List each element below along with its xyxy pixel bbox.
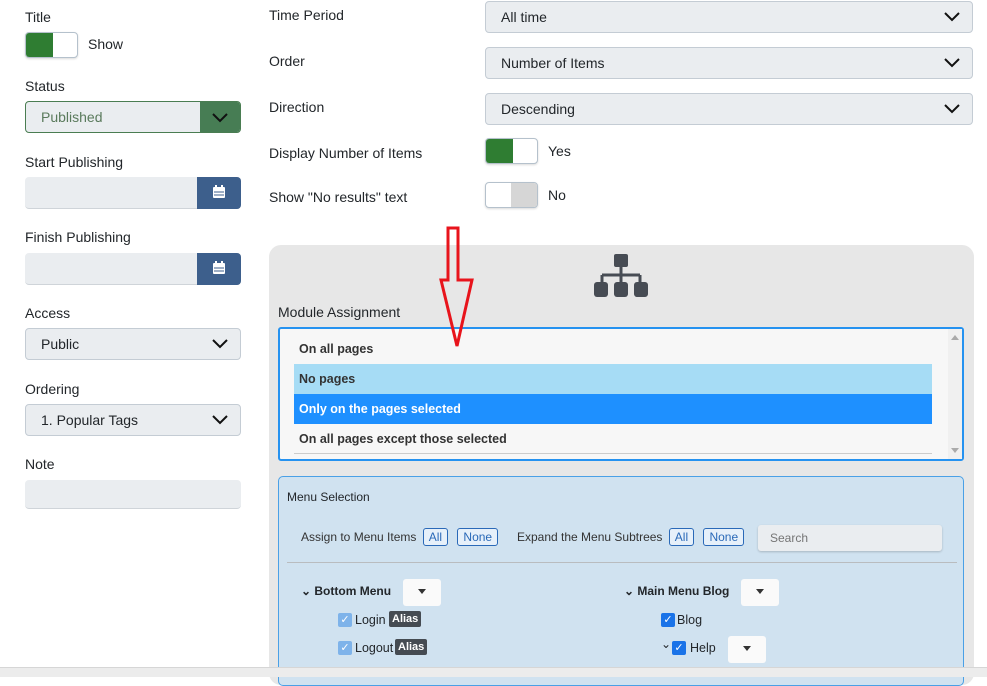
finish-publishing-label: Finish Publishing	[25, 229, 131, 245]
main-menu-blog-heading[interactable]: ⌄ Main Menu Blog	[624, 584, 729, 598]
display-number-toggle-label: Yes	[548, 143, 571, 159]
logout-checkbox[interactable]: ✓	[338, 641, 352, 655]
help-checkbox[interactable]: ✓	[672, 641, 686, 655]
time-period-label: Time Period	[269, 7, 344, 23]
option-all-except[interactable]: On all pages except those selected	[294, 424, 932, 454]
assign-none-button[interactable]: None	[457, 528, 499, 546]
option-no-pages[interactable]: No pages	[294, 364, 932, 394]
logout-label: Logout	[355, 641, 394, 655]
access-label: Access	[25, 305, 71, 321]
note-label: Note	[25, 456, 55, 472]
order-value: Number of Items	[501, 55, 605, 71]
blog-checkbox[interactable]: ✓	[661, 613, 675, 627]
calendar-button[interactable]	[197, 253, 241, 285]
no-results-toggle[interactable]	[485, 182, 538, 208]
module-assignment-listbox[interactable]: On all pages No pages Only on the pages …	[278, 327, 964, 461]
calendar-icon	[213, 185, 225, 198]
help-label: Help	[690, 641, 716, 655]
help-expand-icon[interactable]: ⌄	[661, 637, 671, 651]
ordering-value: 1. Popular Tags	[41, 412, 139, 428]
expand-none-button[interactable]: None	[703, 528, 745, 546]
chevron-down-icon	[212, 415, 228, 425]
direction-select[interactable]: Descending	[485, 93, 973, 125]
chevron-down-icon	[200, 102, 240, 132]
login-label: Login	[355, 613, 386, 627]
login-checkbox[interactable]: ✓	[338, 613, 352, 627]
no-results-label: Show "No results" text	[269, 189, 408, 205]
expand-all-button[interactable]: All	[668, 528, 695, 546]
chevron-down-icon	[944, 104, 960, 114]
direction-label: Direction	[269, 99, 325, 115]
start-publishing-input[interactable]	[25, 177, 241, 209]
chevron-down-icon	[944, 58, 960, 68]
order-label: Order	[269, 53, 305, 69]
annotation-arrow-icon	[439, 226, 474, 347]
access-value: Public	[41, 336, 80, 352]
order-select[interactable]: Number of Items	[485, 47, 973, 79]
status-value: Published	[41, 109, 103, 125]
title-label: Title	[25, 9, 51, 25]
alias-badge: Alias	[389, 611, 422, 627]
title-toggle-label: Show	[88, 36, 124, 52]
note-input[interactable]	[25, 480, 241, 509]
bottom-menu-name: Bottom Menu	[314, 584, 392, 598]
help-dropdown[interactable]	[728, 636, 766, 663]
assign-all-button[interactable]: All	[422, 528, 449, 546]
main-menu-blog-name: Main Menu Blog	[637, 584, 730, 598]
horizontal-scrollbar[interactable]	[0, 667, 987, 677]
module-assignment-label: Module Assignment	[278, 304, 401, 320]
menu-selection-title: Menu Selection	[287, 490, 370, 504]
scrollbar[interactable]	[948, 329, 962, 459]
bottom-menu-heading[interactable]: ⌄ Bottom Menu	[301, 584, 391, 598]
menu-search-input[interactable]	[758, 525, 942, 551]
calendar-icon	[213, 261, 225, 274]
option-only-selected[interactable]: Only on the pages selected	[294, 394, 932, 424]
assign-label: Assign to Menu Items	[301, 530, 417, 544]
time-period-value: All time	[501, 9, 547, 25]
display-number-label: Display Number of Items	[269, 145, 423, 161]
menu-selection-panel: Menu Selection Assign to Menu Items All …	[278, 476, 964, 686]
direction-value: Descending	[501, 101, 575, 117]
option-all-pages[interactable]: On all pages	[294, 334, 932, 364]
chevron-down-icon	[212, 339, 228, 349]
status-select[interactable]: Published	[25, 101, 241, 133]
calendar-button[interactable]	[197, 177, 241, 209]
status-label: Status	[25, 78, 65, 94]
main-menu-blog-dropdown[interactable]	[741, 579, 779, 606]
expand-label: Expand the Menu Subtrees	[517, 530, 663, 544]
ordering-select[interactable]: 1. Popular Tags	[25, 404, 241, 436]
chevron-down-icon	[944, 12, 960, 22]
time-period-select[interactable]: All time	[485, 1, 973, 33]
alias-badge: Alias	[395, 639, 428, 655]
bottom-menu-dropdown[interactable]	[403, 579, 441, 606]
finish-publishing-input[interactable]	[25, 253, 241, 285]
sitemap-icon	[594, 254, 648, 297]
no-results-toggle-label: No	[548, 187, 566, 203]
title-toggle[interactable]	[25, 32, 78, 58]
display-number-toggle[interactable]	[485, 138, 538, 164]
ordering-label: Ordering	[25, 381, 80, 397]
access-select[interactable]: Public	[25, 328, 241, 360]
start-publishing-label: Start Publishing	[25, 154, 124, 170]
blog-label: Blog	[677, 613, 703, 627]
